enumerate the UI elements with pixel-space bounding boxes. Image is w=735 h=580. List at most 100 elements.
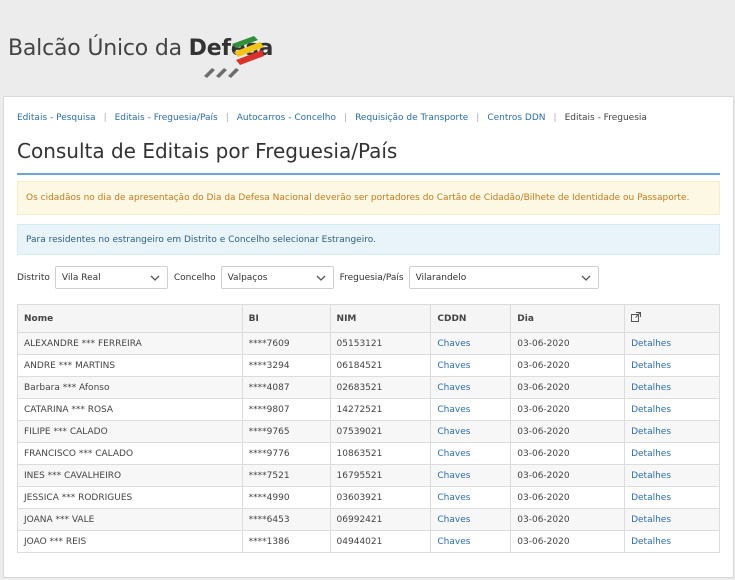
freguesia-label: Freguesia/País: [339, 272, 404, 283]
cell-nim: 06992421: [329, 508, 432, 531]
cell-nim: 07539021: [329, 420, 432, 443]
brand-prefix: Balcão Único da: [8, 36, 189, 61]
detalhes-link[interactable]: Detalhes: [631, 405, 671, 415]
cell-dia: 03-06-2020: [510, 442, 626, 465]
cddn-link[interactable]: Chaves: [437, 449, 470, 459]
cell-bi: ****7609: [241, 332, 331, 355]
cell-bi: ****4087: [241, 376, 331, 399]
cddn-link[interactable]: Chaves: [437, 361, 470, 371]
cell-nome: FRANCISCO *** CALADO: [17, 442, 243, 465]
cell-nome: ALEXANDRE *** FERREIRA: [17, 332, 243, 355]
title-divider: [17, 173, 720, 175]
cddn-link[interactable]: Chaves: [437, 427, 470, 437]
table-row: ALEXANDRE *** FERREIRA ****7609 05153121…: [17, 332, 720, 355]
detalhes-link[interactable]: Detalhes: [631, 361, 671, 371]
editais-table: Nome BI NIM CDDN Dia ALEXANDRE *** FERRE…: [17, 304, 720, 553]
cell-nome: JESSICA *** RODRIGUES: [17, 486, 243, 509]
column-header-cddn[interactable]: CDDN: [430, 304, 512, 333]
cell-nim: 03603921: [329, 486, 432, 509]
table-row: CATARINA *** ROSA ****9807 14272521 Chav…: [17, 398, 720, 421]
cell-nim: 10863521: [329, 442, 432, 465]
cell-dia: 03-06-2020: [510, 398, 626, 421]
table-row: JOAO *** REIS ****1386 04944021 Chaves 0…: [17, 530, 720, 553]
table-row: FRANCISCO *** CALADO ****9776 10863521 C…: [17, 442, 720, 465]
concelho-value: Valpaços: [227, 272, 268, 283]
breadcrumb: Editais - Pesquisa | Editais - Freguesia…: [17, 113, 647, 123]
breadcrumb-separator: |: [553, 113, 557, 123]
cell-nim: 16795521: [329, 464, 432, 487]
cell-dia: 03-06-2020: [510, 486, 626, 509]
detalhes-link[interactable]: Detalhes: [631, 471, 671, 481]
cell-nome: FILIPE *** CALADO: [17, 420, 243, 443]
cell-nome: JOAO *** REIS: [17, 530, 243, 553]
table-row: JESSICA *** RODRIGUES ****4990 03603921 …: [17, 486, 720, 509]
detalhes-link[interactable]: Detalhes: [631, 427, 671, 437]
cell-nim: 05153121: [329, 332, 432, 355]
cddn-link[interactable]: Chaves: [437, 339, 470, 349]
column-header-bi[interactable]: BI: [241, 304, 331, 333]
cddn-link[interactable]: Chaves: [437, 537, 470, 547]
cell-nome: INES *** CAVALHEIRO: [17, 464, 243, 487]
cell-nome: JOANA *** VALE: [17, 508, 243, 531]
cell-bi: ****9807: [241, 398, 331, 421]
info-alert: Para residentes no estrangeiro em Distri…: [17, 224, 720, 255]
cell-nim: 14272521: [329, 398, 432, 421]
breadcrumb-separator: |: [225, 113, 229, 123]
detalhes-link[interactable]: Detalhes: [631, 383, 671, 393]
freguesia-select[interactable]: Vilarandelo: [408, 266, 599, 289]
cell-bi: ****9776: [241, 442, 331, 465]
cell-nome: Barbara *** Afonso: [17, 376, 243, 399]
page-title: Consulta de Editais por Freguesia/País: [17, 139, 398, 163]
filter-bar: Distrito Vila Real Concelho Valpaços Fre…: [17, 266, 605, 289]
detalhes-link[interactable]: Detalhes: [631, 515, 671, 525]
column-header-dia[interactable]: Dia: [510, 304, 626, 333]
column-header-nome[interactable]: Nome: [17, 304, 243, 333]
defesa-logo-icon: [204, 36, 264, 78]
distrito-value: Vila Real: [61, 272, 101, 283]
cell-bi: ****6453: [241, 508, 331, 531]
breadcrumb-editais-freguesia: Editais - Freguesia: [564, 113, 647, 123]
concelho-select[interactable]: Valpaços: [220, 266, 334, 289]
table-row: ANDRE *** MARTINS ****3294 06184521 Chav…: [17, 354, 720, 377]
breadcrumb-editais-freguesia-pais[interactable]: Editais - Freguesia/País: [115, 113, 218, 123]
cell-bi: ****9765: [241, 420, 331, 443]
breadcrumb-separator: |: [476, 113, 480, 123]
cell-bi: ****7521: [241, 464, 331, 487]
detalhes-link[interactable]: Detalhes: [631, 339, 671, 349]
cddn-link[interactable]: Chaves: [437, 493, 470, 503]
cddn-link[interactable]: Chaves: [437, 515, 470, 525]
distrito-select[interactable]: Vila Real: [54, 266, 168, 289]
breadcrumb-editais-pesquisa[interactable]: Editais - Pesquisa: [17, 113, 96, 123]
cell-bi: ****4990: [241, 486, 331, 509]
cell-nome: ANDRE *** MARTINS: [17, 354, 243, 377]
breadcrumb-requisicao-transporte[interactable]: Requisição de Transporte: [355, 113, 468, 123]
cddn-link[interactable]: Chaves: [437, 471, 470, 481]
main-panel: Editais - Pesquisa | Editais - Freguesia…: [3, 96, 734, 578]
column-header-nim[interactable]: NIM: [329, 304, 432, 333]
detalhes-link[interactable]: Detalhes: [631, 493, 671, 503]
cell-dia: 03-06-2020: [510, 332, 626, 355]
column-header-link: [624, 304, 720, 333]
table-header-row: Nome BI NIM CDDN Dia: [17, 304, 720, 333]
warning-alert: Os cidadãos no dia de apresentação do Di…: [17, 181, 720, 215]
site-header: Balcão Único da Defesa: [0, 0, 735, 95]
cell-dia: 03-06-2020: [510, 464, 626, 487]
chevron-down-icon: [581, 275, 591, 281]
breadcrumb-separator: |: [344, 113, 348, 123]
freguesia-value: Vilarandelo: [415, 272, 467, 283]
cell-dia: 03-06-2020: [510, 376, 626, 399]
cell-bi: ****1386: [241, 530, 331, 553]
external-link-icon: [631, 312, 642, 322]
cell-dia: 03-06-2020: [510, 508, 626, 531]
breadcrumb-autocarros-concelho[interactable]: Autocarros - Concelho: [237, 113, 336, 123]
cell-bi: ****3294: [241, 354, 331, 377]
cell-nim: 06184521: [329, 354, 432, 377]
cell-dia: 03-06-2020: [510, 420, 626, 443]
cddn-link[interactable]: Chaves: [437, 405, 470, 415]
cddn-link[interactable]: Chaves: [437, 383, 470, 393]
detalhes-link[interactable]: Detalhes: [631, 449, 671, 459]
breadcrumb-centros-ddn[interactable]: Centros DDN: [487, 113, 545, 123]
table-row: INES *** CAVALHEIRO ****7521 16795521 Ch…: [17, 464, 720, 487]
detalhes-link[interactable]: Detalhes: [631, 537, 671, 547]
distrito-label: Distrito: [17, 272, 50, 283]
